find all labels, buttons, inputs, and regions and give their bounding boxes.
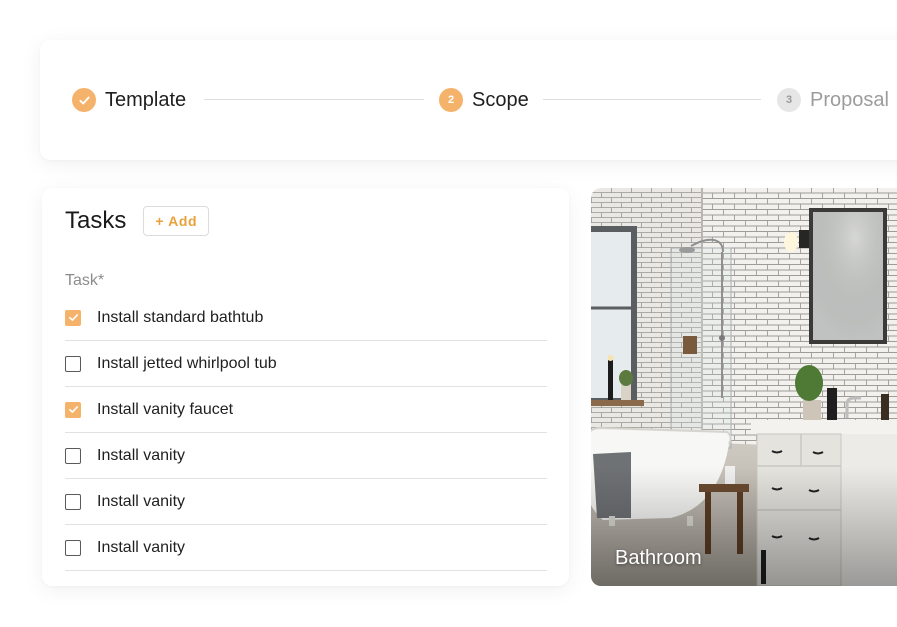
task-row[interactable]: Install vanity <box>65 479 547 525</box>
task-label: Install vanity <box>97 492 186 510</box>
task-label: Install vanity faucet <box>97 400 234 418</box>
task-checkbox[interactable] <box>65 355 81 372</box>
task-checkbox-checked[interactable] <box>65 401 81 418</box>
task-row[interactable]: Install vanity <box>65 525 547 571</box>
task-label: Install vanity <box>97 446 186 464</box>
task-row[interactable]: Install jetted whirlpool tub <box>65 341 547 387</box>
bathroom-photo <box>591 188 897 586</box>
task-row[interactable]: Install standard bathtub <box>65 295 547 341</box>
task-checkbox[interactable] <box>65 539 81 556</box>
step-number-badge: 3 <box>777 88 801 112</box>
step-label: Scope <box>472 88 529 111</box>
task-column-label: Task* <box>65 272 105 289</box>
step-label: Template <box>105 88 187 111</box>
step-number-badge: 2 <box>439 88 463 112</box>
task-checkbox[interactable] <box>65 447 81 464</box>
check-circle-icon <box>72 88 96 112</box>
bathroom-photo-card[interactable]: Bathroom <box>591 188 897 586</box>
task-list: Install standard bathtub Install jetted w… <box>65 295 547 571</box>
task-label: Install standard bathtub <box>97 308 264 326</box>
step-label: Proposal <box>810 88 889 111</box>
task-label: Install vanity <box>97 538 186 556</box>
tasks-header: Tasks + Add <box>65 206 210 236</box>
step-scope[interactable]: 2 Scope <box>439 87 529 113</box>
step-proposal[interactable]: 3 Proposal <box>777 87 889 113</box>
step-connector <box>543 99 761 100</box>
stepper-card: Template 2 Scope 3 Proposal <box>40 40 897 160</box>
tasks-title: Tasks <box>65 207 127 234</box>
task-row[interactable]: Install vanity <box>65 433 547 479</box>
task-label: Install jetted whirlpool tub <box>97 354 277 372</box>
step-connector <box>204 99 424 100</box>
task-checkbox[interactable] <box>65 493 81 510</box>
task-checkbox-checked[interactable] <box>65 309 81 326</box>
photo-caption: Bathroom <box>615 547 702 569</box>
step-template[interactable]: Template <box>72 87 186 113</box>
add-task-button[interactable]: + Add <box>143 206 210 236</box>
task-row[interactable]: Install vanity faucet <box>65 387 547 433</box>
tasks-card: Tasks + Add Task* Install standard batht… <box>42 188 569 586</box>
